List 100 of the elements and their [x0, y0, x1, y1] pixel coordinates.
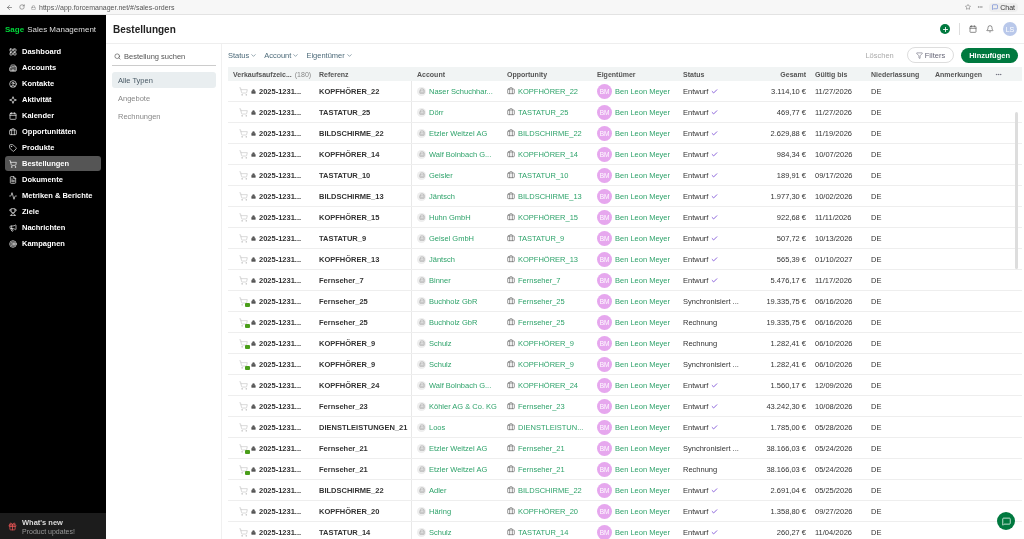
building-icon	[417, 149, 426, 159]
cart-icon	[239, 86, 248, 96]
lock-icon	[251, 109, 256, 115]
user-icon	[9, 79, 17, 88]
cart-icon	[239, 191, 248, 201]
tag-icon	[9, 143, 17, 152]
help-button[interactable]	[997, 512, 1015, 530]
building-icon	[417, 107, 426, 117]
calendar-icon	[9, 111, 17, 120]
building-icon	[417, 317, 426, 327]
building-icon	[417, 464, 426, 474]
bell-icon[interactable]	[986, 25, 994, 33]
filter-icon	[915, 51, 923, 59]
lock-icon	[251, 235, 256, 241]
briefcase-icon	[507, 129, 515, 137]
search-icon	[114, 53, 121, 60]
caret-icon	[345, 51, 353, 59]
briefcase-icon	[507, 276, 515, 284]
caret-icon	[250, 51, 258, 59]
chat-icon	[992, 4, 999, 10]
briefcase-icon	[507, 444, 515, 452]
briefcase-icon	[507, 234, 515, 242]
lock-icon	[251, 508, 256, 514]
document-icon	[9, 175, 17, 184]
briefcase-icon	[507, 255, 515, 263]
chart-icon	[9, 191, 17, 200]
cart-icon	[239, 254, 248, 264]
briefcase-icon	[507, 297, 515, 305]
lock-icon	[251, 172, 256, 178]
cart-icon	[239, 128, 248, 138]
building-icon	[417, 191, 426, 201]
briefcase-icon	[507, 213, 515, 221]
building-icon	[417, 275, 426, 285]
briefcase-icon	[507, 150, 515, 158]
more-icon[interactable]	[977, 4, 984, 10]
cart-icon	[239, 275, 248, 285]
lock-icon	[251, 487, 256, 493]
lock-icon	[251, 424, 256, 430]
briefcase-icon	[507, 465, 515, 473]
briefcase-icon	[507, 486, 515, 494]
briefcase-icon	[507, 507, 515, 515]
cart-icon	[239, 233, 248, 243]
product-name: Sales Management	[27, 24, 97, 34]
lock-icon	[251, 277, 256, 283]
cart-icon	[239, 107, 248, 117]
lock-icon	[251, 382, 256, 388]
lock-icon	[251, 361, 256, 367]
lock-icon	[251, 298, 256, 304]
building-icon	[417, 443, 426, 453]
briefcase-icon	[9, 127, 17, 136]
lock-icon	[251, 256, 256, 262]
calendar-icon[interactable]	[969, 25, 977, 33]
trophy-icon	[9, 207, 17, 216]
page-title: Bestellungen	[113, 23, 177, 35]
briefcase-icon	[507, 339, 515, 347]
add-icon[interactable]	[940, 24, 950, 34]
cart-icon	[239, 485, 248, 495]
chat-icon	[1001, 516, 1011, 526]
briefcase-icon	[507, 171, 515, 179]
caret-icon	[292, 51, 300, 59]
lock-icon	[251, 445, 256, 451]
lock-icon	[251, 529, 256, 535]
cart-icon	[239, 380, 248, 390]
building-icon	[417, 485, 426, 495]
cart-icon	[239, 170, 248, 180]
building-icon	[417, 380, 426, 390]
target-icon	[9, 239, 17, 248]
building-icon	[417, 128, 426, 138]
building-icon	[417, 233, 426, 243]
briefcase-icon	[507, 402, 515, 410]
reload-icon[interactable]	[19, 4, 25, 10]
building-icon	[417, 527, 426, 537]
sparkle-icon	[9, 95, 17, 104]
briefcase-icon	[507, 381, 515, 389]
star-icon[interactable]	[965, 4, 972, 10]
back-icon[interactable]	[6, 3, 13, 11]
building-icon	[417, 422, 426, 432]
lock-icon	[251, 403, 256, 409]
megaphone-icon	[9, 223, 17, 232]
briefcase-icon	[507, 528, 515, 536]
briefcase-icon	[507, 360, 515, 368]
lock-icon	[251, 214, 256, 220]
building-icon	[417, 296, 426, 306]
building-icon	[417, 254, 426, 264]
gift-icon	[8, 521, 17, 531]
building-icon	[417, 359, 426, 369]
building-icon	[417, 338, 426, 348]
building-icon	[417, 212, 426, 222]
lock-icon	[31, 4, 36, 10]
lock-icon	[251, 130, 256, 136]
lock-icon	[251, 340, 256, 346]
cart-icon	[239, 212, 248, 222]
grid-icon	[9, 47, 17, 56]
cart-icon	[239, 401, 248, 411]
cart-icon	[239, 149, 248, 159]
briefcase-icon	[507, 318, 515, 326]
lock-icon	[251, 88, 256, 94]
building-icon	[417, 506, 426, 516]
vertical-scrollbar[interactable]	[1015, 112, 1018, 269]
briefcase-icon	[507, 192, 515, 200]
